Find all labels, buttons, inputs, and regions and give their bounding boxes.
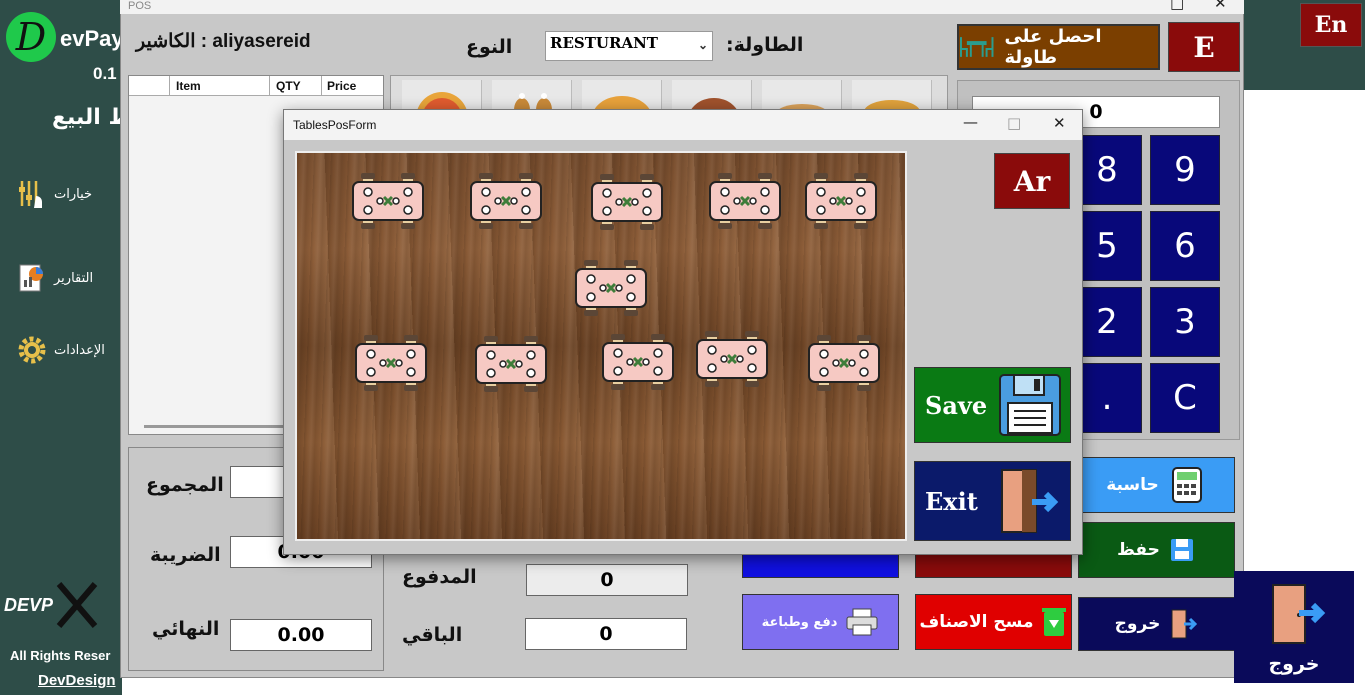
app-logo-icon: D [6,12,56,62]
sum-label: المجموع [146,474,224,496]
tables-modal-title: TablesPosForm [293,118,377,132]
exit-tables-label: Exit [925,486,978,516]
tax-label: الضريبة [150,544,221,566]
modal-maximize-icon[interactable]: □ [1007,114,1021,132]
rest-value: 0 [525,618,687,650]
save-tables-label: Save [925,390,988,420]
recycle-bin-icon [1042,608,1067,636]
type-select-value: RESTURANT [550,34,658,52]
exit-small-button[interactable]: خروج [1078,597,1235,651]
exit-tables-button[interactable]: Exit [914,461,1071,541]
sliders-icon [19,181,42,208]
fork-knife-icon [56,582,98,628]
table-label: :الطاولة [726,34,804,56]
column-header-price: Price [327,79,357,93]
sidebar-item-reports[interactable]: التقارير [16,260,116,296]
rights-text: All Rights Reser [10,648,111,663]
table-9[interactable] [601,332,675,392]
floppy-icon [1170,539,1193,561]
cashier-label: الكاشير : aliyasereid [136,31,311,52]
language-en-button[interactable]: En [1300,3,1362,47]
app-version: 0.1 [93,64,117,83]
footer-logo-text: DEVP [4,594,54,615]
reports-icon [19,264,43,292]
table-3[interactable] [590,172,664,232]
table-10[interactable] [695,329,769,389]
sidebar-item-settings[interactable]: الإعدادات [16,332,116,368]
printer-icon [846,608,878,636]
paid-label: المدفوع [402,566,477,588]
order-items-header: Item QTY Price [129,76,383,96]
brand-name: evPay [60,26,124,51]
save-order-label: حفظ [1117,540,1160,560]
table-1[interactable] [351,171,425,231]
exit-door-icon [1272,584,1326,644]
footer-logo: DEVP [4,580,101,630]
save-tables-button[interactable]: Save [914,367,1071,443]
get-table-button[interactable]: احصل على طاولة [957,24,1160,70]
exit-door-icon [1001,469,1059,533]
devdesign-link[interactable]: DevDesign [38,672,116,689]
pos-window-titlebar: POS [120,0,1244,14]
numpad-9-button[interactable]: 9 [1150,135,1220,205]
sidebar-item-label: خيارات [54,186,93,202]
numpad-clear-button[interactable]: C [1150,363,1220,433]
pay-print-label: دفع وطباعة [761,614,838,630]
calculator-label: حاسبة [1106,475,1159,495]
pos-maximize-icon[interactable]: □ [1170,0,1184,12]
clear-items-button[interactable]: مسح الاصناف [915,594,1072,650]
save-order-button[interactable]: حفظ [1078,522,1235,578]
table-8[interactable] [474,334,548,394]
gear-icon [18,336,46,364]
table-5[interactable] [804,171,878,231]
floppy-icon [999,374,1061,436]
exit-big-button[interactable]: خروج [1234,571,1354,683]
pos-close-icon[interactable]: ✕ [1214,0,1227,12]
final-value: 0.00 [230,619,372,651]
type-select[interactable]: RESTURANT ⌄ [545,31,713,61]
table-2[interactable] [469,171,543,231]
rest-label: الباقي [402,624,463,646]
calculator-button[interactable]: حاسبة [1078,457,1235,513]
sidebar-item-label: الإعدادات [54,342,105,358]
exit-door-icon [1171,609,1198,639]
exit-small-label: خروج [1114,614,1161,634]
modal-minimize-icon[interactable]: — [963,113,978,131]
chevron-down-icon: ⌄ [697,38,708,52]
table-11[interactable] [807,333,881,393]
type-label: النوع [466,36,513,58]
sidebar-item-options[interactable]: خيارات [16,176,116,212]
table-4[interactable] [708,171,782,231]
get-table-label: احصل على طاولة [1004,26,1102,68]
table-6[interactable] [574,258,648,318]
column-header-qty: QTY [276,79,301,93]
final-label: النهائي [152,618,220,640]
clear-items-label: مسح الاصناف [919,612,1034,632]
sidebar-item-label: التقارير [54,270,94,286]
calculator-icon [1171,467,1202,503]
pos-window-title: POS [128,0,152,12]
modal-close-icon[interactable]: ✕ [1053,114,1066,132]
numpad-3-button[interactable]: 3 [1150,287,1220,357]
paid-input[interactable]: 0 [526,564,688,596]
language-ar-button[interactable]: Ar [994,153,1070,209]
pay-print-button[interactable]: دفع وطباعة [742,594,899,650]
table-chairs-icon [959,37,994,57]
table-7[interactable] [354,333,428,393]
numpad-6-button[interactable]: 6 [1150,211,1220,281]
exit-big-label: خروج [1268,653,1320,675]
language-e-button[interactable]: E [1168,22,1240,72]
column-header-item: Item [176,79,201,93]
